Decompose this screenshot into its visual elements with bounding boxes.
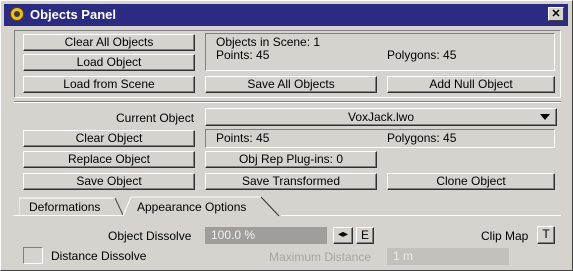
obj-rep-plugins-button[interactable]: Obj Rep Plug-ins: 0 <box>205 151 377 168</box>
close-button[interactable]: ✕ <box>548 7 564 21</box>
distance-dissolve-checkbox[interactable] <box>23 247 43 264</box>
save-all-objects-button[interactable]: Save All Objects <box>205 76 377 93</box>
clip-map-button-label: T <box>542 227 550 241</box>
tab-deformations-label: Deformations <box>29 200 101 214</box>
maximum-distance-label: Maximum Distance <box>269 250 372 264</box>
current-polygons-text: Polygons: 45 <box>387 131 457 145</box>
left-right-arrows-icon: ◂▸ <box>337 229 349 240</box>
object-dissolve-label: Object Dissolve <box>108 229 192 243</box>
clear-object-button[interactable]: Clear Object <box>23 130 195 147</box>
tab-appearance-label: Appearance Options <box>137 200 247 214</box>
add-null-object-button[interactable]: Add Null Object <box>387 76 555 93</box>
dissolve-slider-arrows-button[interactable]: ◂▸ <box>333 227 353 244</box>
current-object-label: Current Object <box>116 111 195 125</box>
maximum-distance-value: 1 m <box>393 249 414 263</box>
save-transformed-button[interactable]: Save Transformed <box>205 173 377 190</box>
replace-object-button[interactable]: Replace Object <box>23 151 195 168</box>
tab-appearance-options[interactable]: Appearance Options <box>123 196 281 217</box>
tab-deformations[interactable]: Deformations <box>19 197 124 216</box>
load-object-button[interactable]: Load Object <box>23 54 195 71</box>
chevron-down-icon <box>540 114 550 120</box>
object-dissolve-field[interactable]: 100.0 % <box>205 227 327 244</box>
save-object-button[interactable]: Save Object <box>23 173 195 190</box>
objects-panel-window: Objects Panel ✕ Clear All Objects Load O… <box>0 0 573 271</box>
clip-map-texture-button[interactable]: T <box>537 226 555 244</box>
close-icon: ✕ <box>551 8 561 20</box>
distance-dissolve-label: Distance Dissolve <box>51 249 147 263</box>
envelope-button-label: E <box>360 228 369 242</box>
current-points-text: Points: 45 <box>216 131 270 145</box>
scene-points-text: Points: 45 <box>216 48 270 62</box>
clear-all-objects-button[interactable]: Clear All Objects <box>23 34 195 51</box>
maximum-distance-field[interactable]: 1 m <box>387 248 509 265</box>
scene-polygons-text: Polygons: 45 <box>387 48 457 62</box>
objects-in-scene-text: Objects in Scene: 1 <box>216 35 321 49</box>
clone-object-button[interactable]: Clone Object <box>387 173 555 190</box>
envelope-button[interactable]: E <box>356 227 374 244</box>
load-from-scene-button[interactable]: Load from Scene <box>23 76 195 93</box>
object-dissolve-value: 100.0 % <box>211 228 256 242</box>
separator <box>14 101 561 103</box>
app-icon <box>10 7 24 21</box>
current-object-value: VoxJack.lwo <box>347 110 415 124</box>
window-title: Objects Panel <box>30 7 116 22</box>
clip-map-label: Clip Map <box>481 229 529 243</box>
title-bar[interactable]: Objects Panel ✕ <box>4 4 568 26</box>
current-object-dropdown[interactable]: VoxJack.lwo <box>205 108 557 126</box>
